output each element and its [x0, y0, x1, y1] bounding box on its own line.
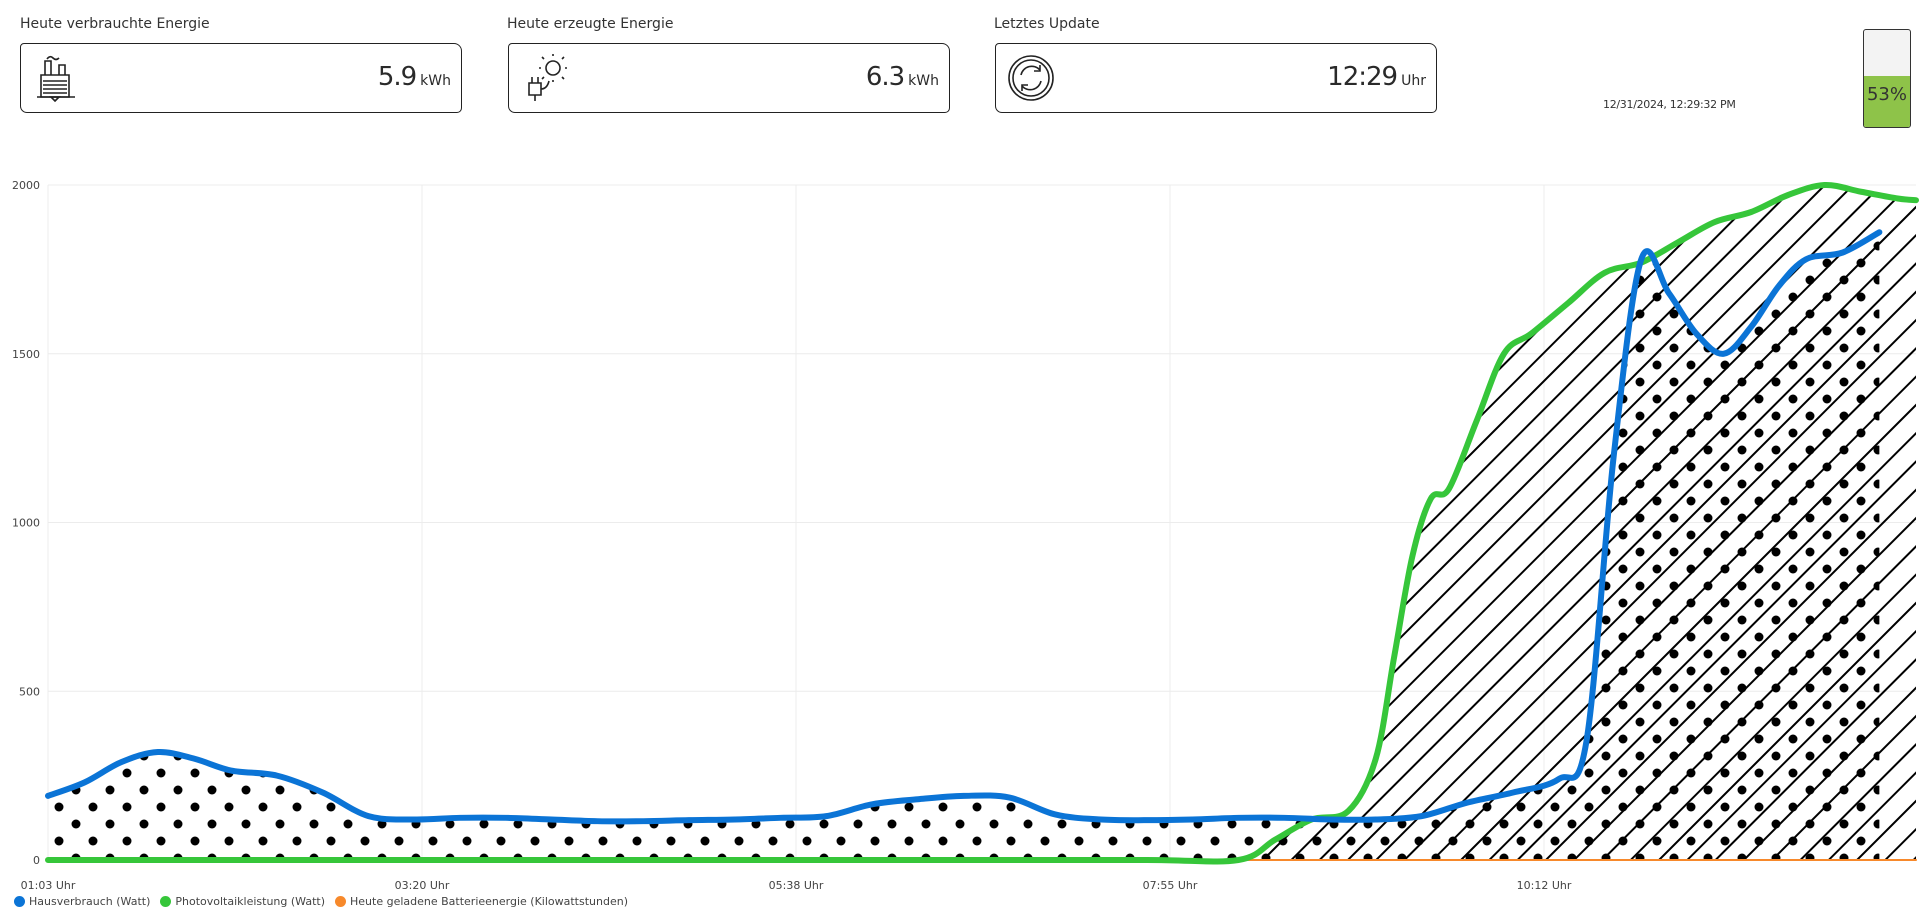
card-consumed-title: Heute verbrauchte Energie [20, 16, 210, 32]
battery-percent: 53% [1866, 84, 1907, 105]
x-tick-label: 05:38 Uhr [769, 879, 824, 890]
legend-dot-consumption [14, 896, 25, 907]
y-axis: 0 500 1000 1500 2000 [12, 179, 40, 867]
card-produced: 6.3 kWh [508, 43, 950, 113]
y-tick-label: 2000 [12, 179, 40, 192]
battery-indicator: 53% [1863, 29, 1911, 128]
update-unit: Uhr [1401, 73, 1426, 89]
timestamp: 12/31/2024, 12:29:32 PM [1603, 98, 1736, 111]
card-update: 12:29 Uhr [995, 43, 1437, 113]
produced-value-wrap: 6.3 kWh [866, 62, 939, 92]
update-value-wrap: 12:29 Uhr [1327, 62, 1426, 92]
legend-dot-pv [160, 896, 172, 907]
x-tick-label: 01:03 Uhr [21, 879, 76, 890]
consumed-unit: kWh [420, 73, 451, 89]
energy-chart: 0 500 1000 1500 2000 01:03 Uhr 03:20 Uhr 05:38… [12, 179, 1919, 890]
chart-legend: Hausverbrauch (Watt) Photovoltaikleistun… [14, 895, 628, 908]
y-tick-label: 0 [33, 854, 40, 867]
consumed-value-wrap: 5.9 kWh [378, 62, 451, 92]
produced-unit: kWh [908, 73, 939, 89]
refresh-icon [1008, 55, 1054, 101]
y-tick-label: 1500 [12, 348, 40, 361]
x-tick-label: 07:55 Uhr [1143, 879, 1198, 890]
x-tick-label: 10:12 Uhr [1517, 879, 1572, 890]
solar-plug-icon [528, 54, 567, 101]
legend-label-pv: Photovoltaikleistung (Watt) [175, 895, 325, 908]
card-update-title: Letztes Update [994, 16, 1100, 32]
y-tick-label: 500 [19, 685, 40, 698]
y-tick-label: 1000 [12, 517, 40, 530]
x-tick-label: 03:20 Uhr [395, 879, 450, 890]
card-produced-title: Heute erzeugte Energie [507, 16, 674, 32]
legend-label-battery: Heute geladene Batterieenergie (Kilowatt… [350, 895, 628, 908]
legend-dot-battery [335, 896, 346, 907]
legend-item-battery[interactable]: Heute geladene Batterieenergie (Kilowatt… [335, 895, 628, 908]
legend-item-pv[interactable]: Photovoltaikleistung (Watt) [160, 895, 325, 908]
update-value: 12:29 [1327, 62, 1398, 92]
consumed-value: 5.9 [377, 62, 417, 92]
produced-value: 6.3 [865, 62, 905, 92]
factory-icon [37, 55, 75, 103]
x-axis: 01:03 Uhr 03:20 Uhr 05:38 Uhr 07:55 Uhr 10:1… [21, 879, 1572, 890]
legend-item-consumption[interactable]: Hausverbrauch (Watt) [14, 895, 150, 908]
card-consumed: 5.9 kWh [20, 43, 462, 113]
legend-label-consumption: Hausverbrauch (Watt) [29, 895, 151, 908]
